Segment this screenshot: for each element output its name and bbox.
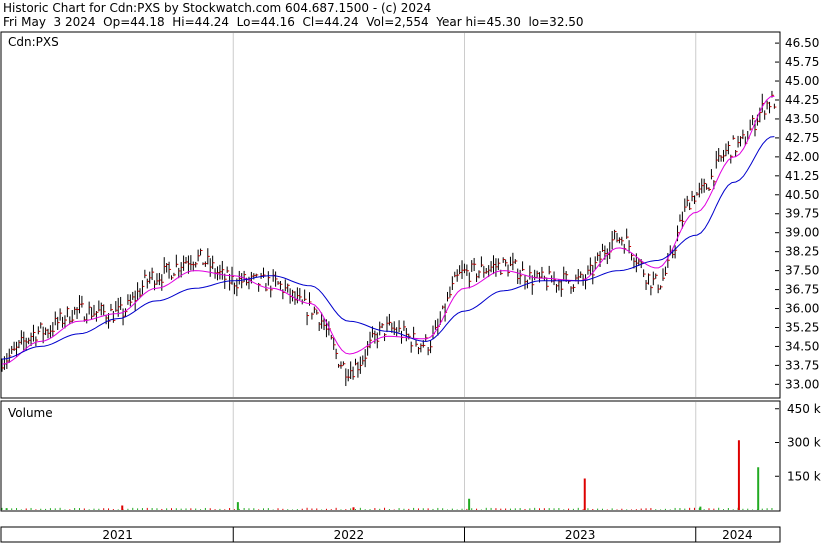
price-tick-label: 44.25: [785, 93, 819, 107]
price-tick-label: 41.25: [785, 169, 819, 183]
volume-tick-label: 150 k: [787, 469, 821, 483]
volume-panel-frame: [0, 400, 781, 512]
price-tick-label: 45.00: [785, 74, 819, 88]
volume-tick-label: 300 k: [787, 436, 821, 450]
price-tick-label: 33.75: [785, 358, 819, 372]
price-tick-label: 38.25: [785, 245, 819, 259]
price-tick-label: 36.75: [785, 283, 819, 297]
year-label: 2021: [102, 528, 133, 542]
price-tick-label: 34.50: [785, 339, 819, 353]
price-tick-label: 35.25: [785, 320, 819, 334]
price-tick-label: 40.50: [785, 188, 819, 202]
price-tick-label: 39.00: [785, 226, 819, 240]
price-tick-label: 42.75: [785, 131, 819, 145]
price-tick-label: 39.75: [785, 207, 819, 221]
year-label: 2022: [334, 528, 365, 542]
price-tick-label: 45.75: [785, 55, 819, 69]
price-panel-frame: [0, 31, 781, 399]
symbol-label: Cdn:PXS: [8, 35, 59, 49]
volume-tick-label: 450 k: [787, 402, 821, 416]
price-tick-label: 37.50: [785, 264, 819, 278]
price-tick-label: 42.00: [785, 150, 819, 164]
year-label: 2023: [565, 528, 596, 542]
price-tick-label: 33.00: [785, 377, 819, 391]
volume-label: Volume: [8, 406, 53, 420]
price-tick-label: 43.50: [785, 112, 819, 126]
price-axis: 46.50 45.75 45.00 44.25 43.50 42.75 42.00 41.25…: [775, 36, 819, 391]
price-tick-label: 36.00: [785, 302, 819, 316]
volume-axis: 450 k 300 k 150 k: [775, 402, 821, 483]
stock-chart: 46.50 45.75 45.00 44.25 43.50 42.75 42.00 41.25…: [0, 31, 821, 543]
year-label: 2024: [722, 528, 753, 542]
price-tick-label: 46.50: [785, 36, 819, 50]
